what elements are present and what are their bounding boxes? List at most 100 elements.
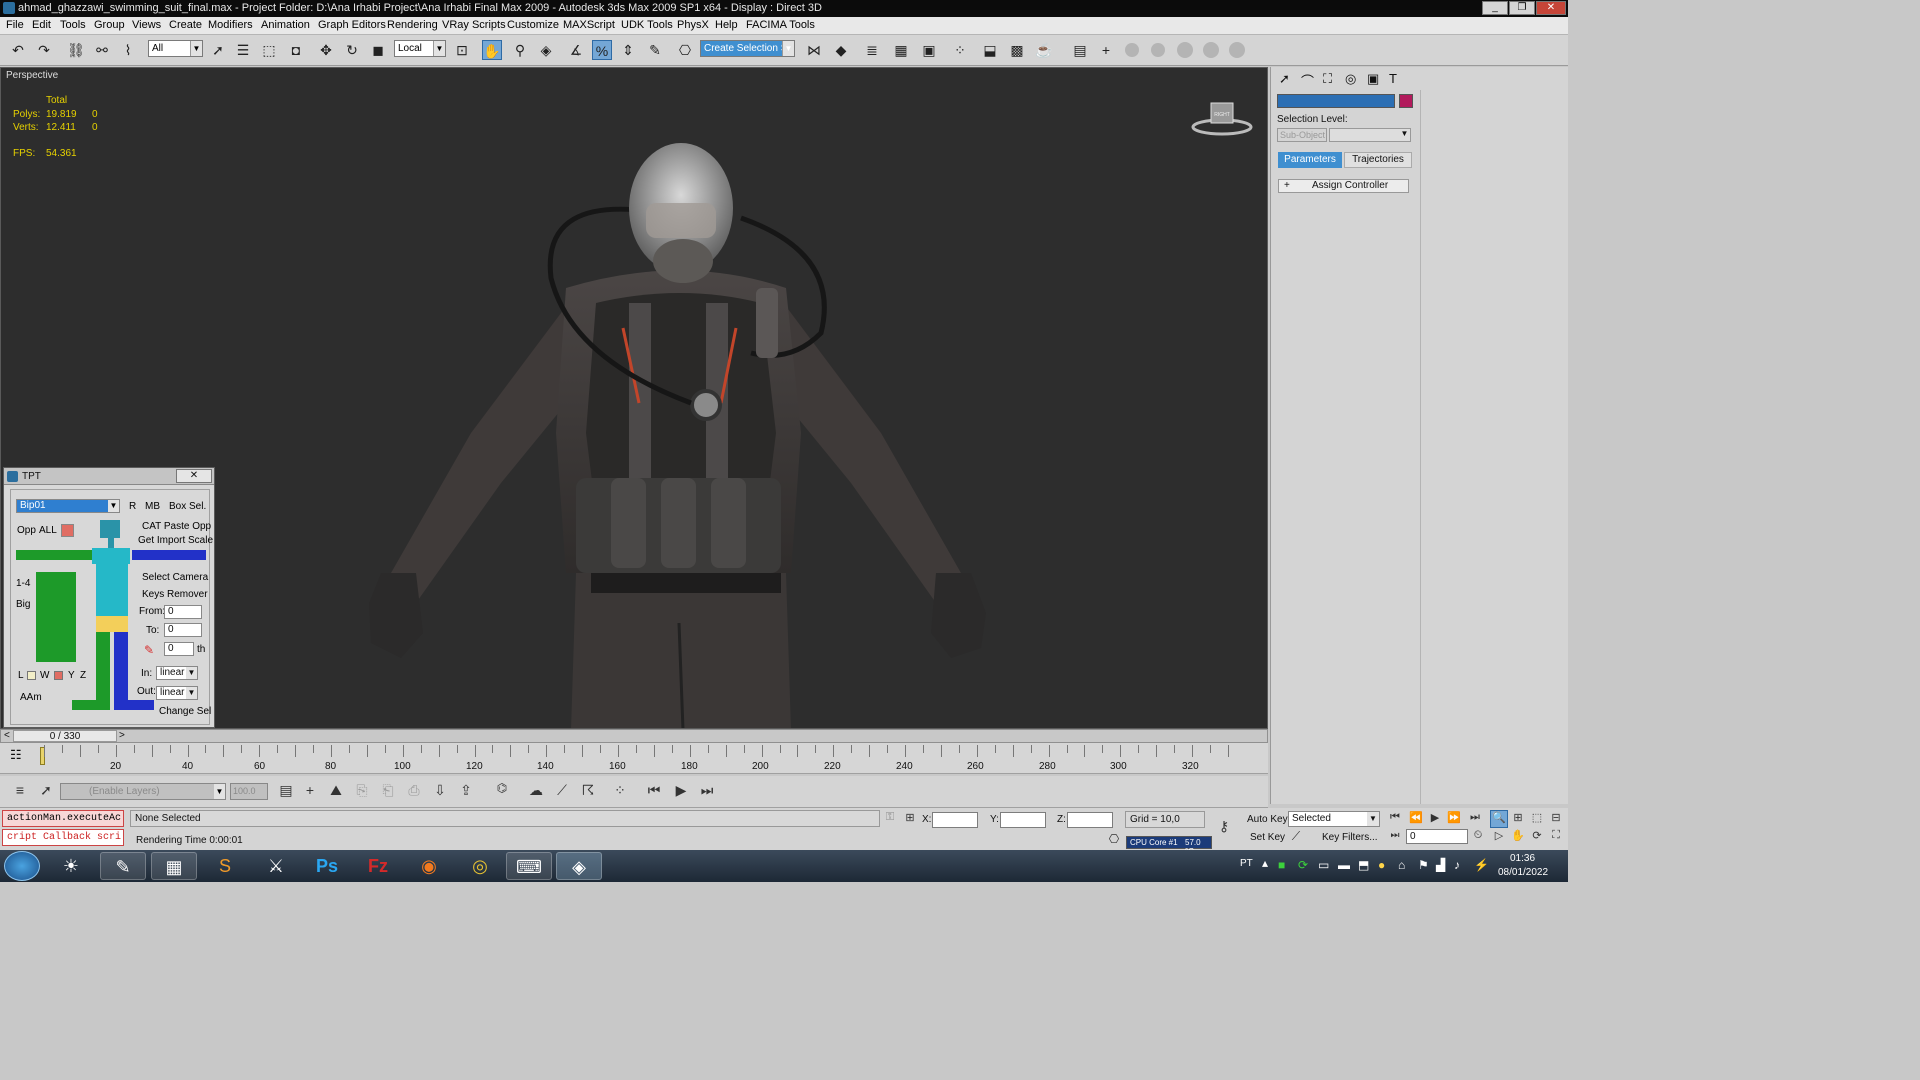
mirror-icon[interactable]: ⋈ [804,40,824,60]
auto-key-button[interactable]: Auto Key [1247,814,1288,825]
x-coordinate-field[interactable] [932,812,978,828]
modify-tab-icon[interactable]: ⌒ [1301,71,1314,90]
link-icon[interactable]: ⛓ [66,40,86,60]
lock-selection-icon[interactable]: ⚿ [880,811,900,824]
undo-icon[interactable]: ↶ [8,40,28,60]
snaps-toggle-icon[interactable]: ◈ [536,40,556,60]
menu-views[interactable]: Views [132,19,161,31]
assign-controller-rollout[interactable]: + Assign Controller [1278,179,1409,193]
grid-dots-icon[interactable]: ⁘ [610,782,630,799]
character-model-diver[interactable] [361,103,1001,729]
time-slider-thumb[interactable]: 0 / 330 [13,730,117,742]
menu-create[interactable]: Create [169,19,202,31]
taskbar-photoshop-icon[interactable]: Ps [304,852,350,880]
display-tab-icon[interactable]: ▣ [1367,71,1379,87]
tray-monitor-icon[interactable]: ▬ [1338,858,1350,872]
taskbar-firefox-icon[interactable]: ◉ [406,852,452,880]
render-teapot-icon[interactable]: ☕ [1034,40,1054,60]
rotate-icon[interactable]: ↻ [342,40,362,60]
y-coordinate-field[interactable] [1000,812,1046,828]
create-tab-icon[interactable]: ➚ [1279,71,1290,87]
plus-icon[interactable]: + [1096,40,1116,60]
layer-render-icon[interactable]: ⎙ [404,782,424,799]
abc-icon[interactable]: ⎔ [675,40,695,60]
set-key-button[interactable]: Set Key [1250,832,1285,843]
next-frame-icon[interactable]: ⏭ [1465,811,1485,824]
start-button[interactable] [4,851,40,881]
menu-maxscript[interactable]: MAXScript [563,19,615,31]
tray-bulb-icon[interactable]: ● [1378,858,1385,872]
layer-export-icon[interactable]: ⇪ [456,782,476,799]
tray-usb-icon[interactable]: ⌂ [1398,858,1405,872]
tray-power-icon[interactable]: ⚡ [1474,858,1489,872]
hierarchy-tab-icon[interactable]: ⛶ [1323,71,1332,87]
tray-sync-icon[interactable]: ⟳ [1298,858,1308,872]
rectangular-selection-icon[interactable]: ⬚ [259,40,279,60]
biped-icon[interactable]: ☈ [578,782,598,799]
toolbar-dot-icon[interactable] [1125,43,1139,57]
maxscript-listener-line1[interactable]: actionMan.executeAc [2,810,124,827]
menu-udk-tools[interactable]: UDK Tools [621,19,673,31]
menu-customize[interactable]: Customize [507,19,559,31]
tpt-box-sel-button[interactable]: Box Sel. [169,501,206,512]
sub-object-button[interactable]: Sub-Object [1277,128,1327,142]
ruler-icon[interactable]: ⟋ [552,782,572,799]
percent-snap-icon[interactable]: % [592,40,612,60]
object-color-swatch[interactable] [1399,94,1413,108]
named-selection-dropdown[interactable]: Create Selection Se ▼ [700,40,795,57]
move-icon[interactable]: ✥ [316,40,336,60]
absolute-mode-icon[interactable]: ⊞ [900,811,920,824]
tpt-out-dropdown[interactable]: linear ▼ [156,686,198,700]
select-manipulate-icon[interactable]: ✋ [482,40,502,60]
orbit-icon[interactable]: ⟳ [1527,829,1547,842]
tray-display-icon[interactable]: ⬒ [1358,858,1369,872]
menu-rendering[interactable]: Rendering [387,19,438,31]
tpt-r-button[interactable]: R [129,501,136,512]
tpt-select-camera-button[interactable]: Select Camera [142,572,208,583]
select-layer-icon[interactable]: ➚ [36,782,56,799]
taskbar-sublime-icon[interactable]: S [202,852,248,880]
bip-dropdown[interactable]: Bip01 ▼ [16,499,120,513]
utilities-tab-icon[interactable]: T [1389,71,1397,86]
tab-trajectories[interactable]: Trajectories [1344,152,1412,168]
prev-frame-icon[interactable]: ⏮ [1385,811,1405,824]
redo-icon[interactable]: ↷ [34,40,54,60]
default-tangent-icon[interactable]: ⟋ [1286,829,1306,844]
menu-vray-scripts[interactable]: VRay Scripts [442,19,506,31]
restore-button[interactable]: ❐ [1509,1,1535,15]
time-slider-prev[interactable]: < [4,730,10,741]
menu-edit[interactable]: Edit [32,19,51,31]
layer-spinner[interactable]: 100.0 [230,783,268,800]
reference-coord-dropdown[interactable]: Local ▼ [394,40,446,57]
tpt-big-button[interactable]: Big [16,599,30,610]
key-mode-toggle-icon[interactable]: ⏭ [1385,830,1405,841]
layer-import-icon[interactable]: ⇩ [430,782,450,799]
zoom-icon[interactable]: 🔍 [1490,810,1508,828]
taskbar-3dsmax-icon[interactable]: ◈ [556,852,602,880]
bind-space-warp-icon[interactable]: ⌇ [118,40,138,60]
tray-volume-icon[interactable]: ♪ [1454,858,1460,872]
tpt-in-dropdown[interactable]: linear ▼ [156,666,198,680]
tpt-key-icon[interactable]: ✎ [144,643,158,657]
minimize-button[interactable]: _ [1482,1,1508,15]
track-bar[interactable]: ☷ 20 40 60 80 100 120 140 160 180 200 22… [0,743,1268,774]
tpt-1-4-button[interactable]: 1-4 [16,578,30,589]
tray-signal-icon[interactable]: ▟ [1436,858,1445,872]
tpt-from-input[interactable]: 0 [164,605,202,619]
tpt-mb-button[interactable]: MB [145,501,160,512]
tray-chevron-icon[interactable]: ▴ [1262,856,1268,870]
time-tag-icon[interactable]: ⎔ [1104,832,1124,846]
scale-icon[interactable]: ◼ [368,40,388,60]
menu-facima-tools[interactable]: FACIMA Tools [746,19,815,31]
pivot-center-icon[interactable]: ⊡ [452,40,472,60]
time-slider[interactable]: < 0 / 330 > [0,729,1268,743]
layer-freeze-icon[interactable]: ⎗ [378,782,398,799]
tray-window-icon[interactable]: ▭ [1318,858,1329,872]
pan-icon[interactable]: ✋ [1508,829,1528,842]
tray-app-icon[interactable]: ■ [1278,858,1285,872]
tpt-x-swatch[interactable] [54,671,63,680]
keyboard-shortcut-icon[interactable]: ⚲ [510,40,530,60]
render-setup-icon[interactable]: ⬓ [980,40,1000,60]
viewport-label[interactable]: Perspective [6,70,58,81]
z-coordinate-field[interactable] [1067,812,1113,828]
